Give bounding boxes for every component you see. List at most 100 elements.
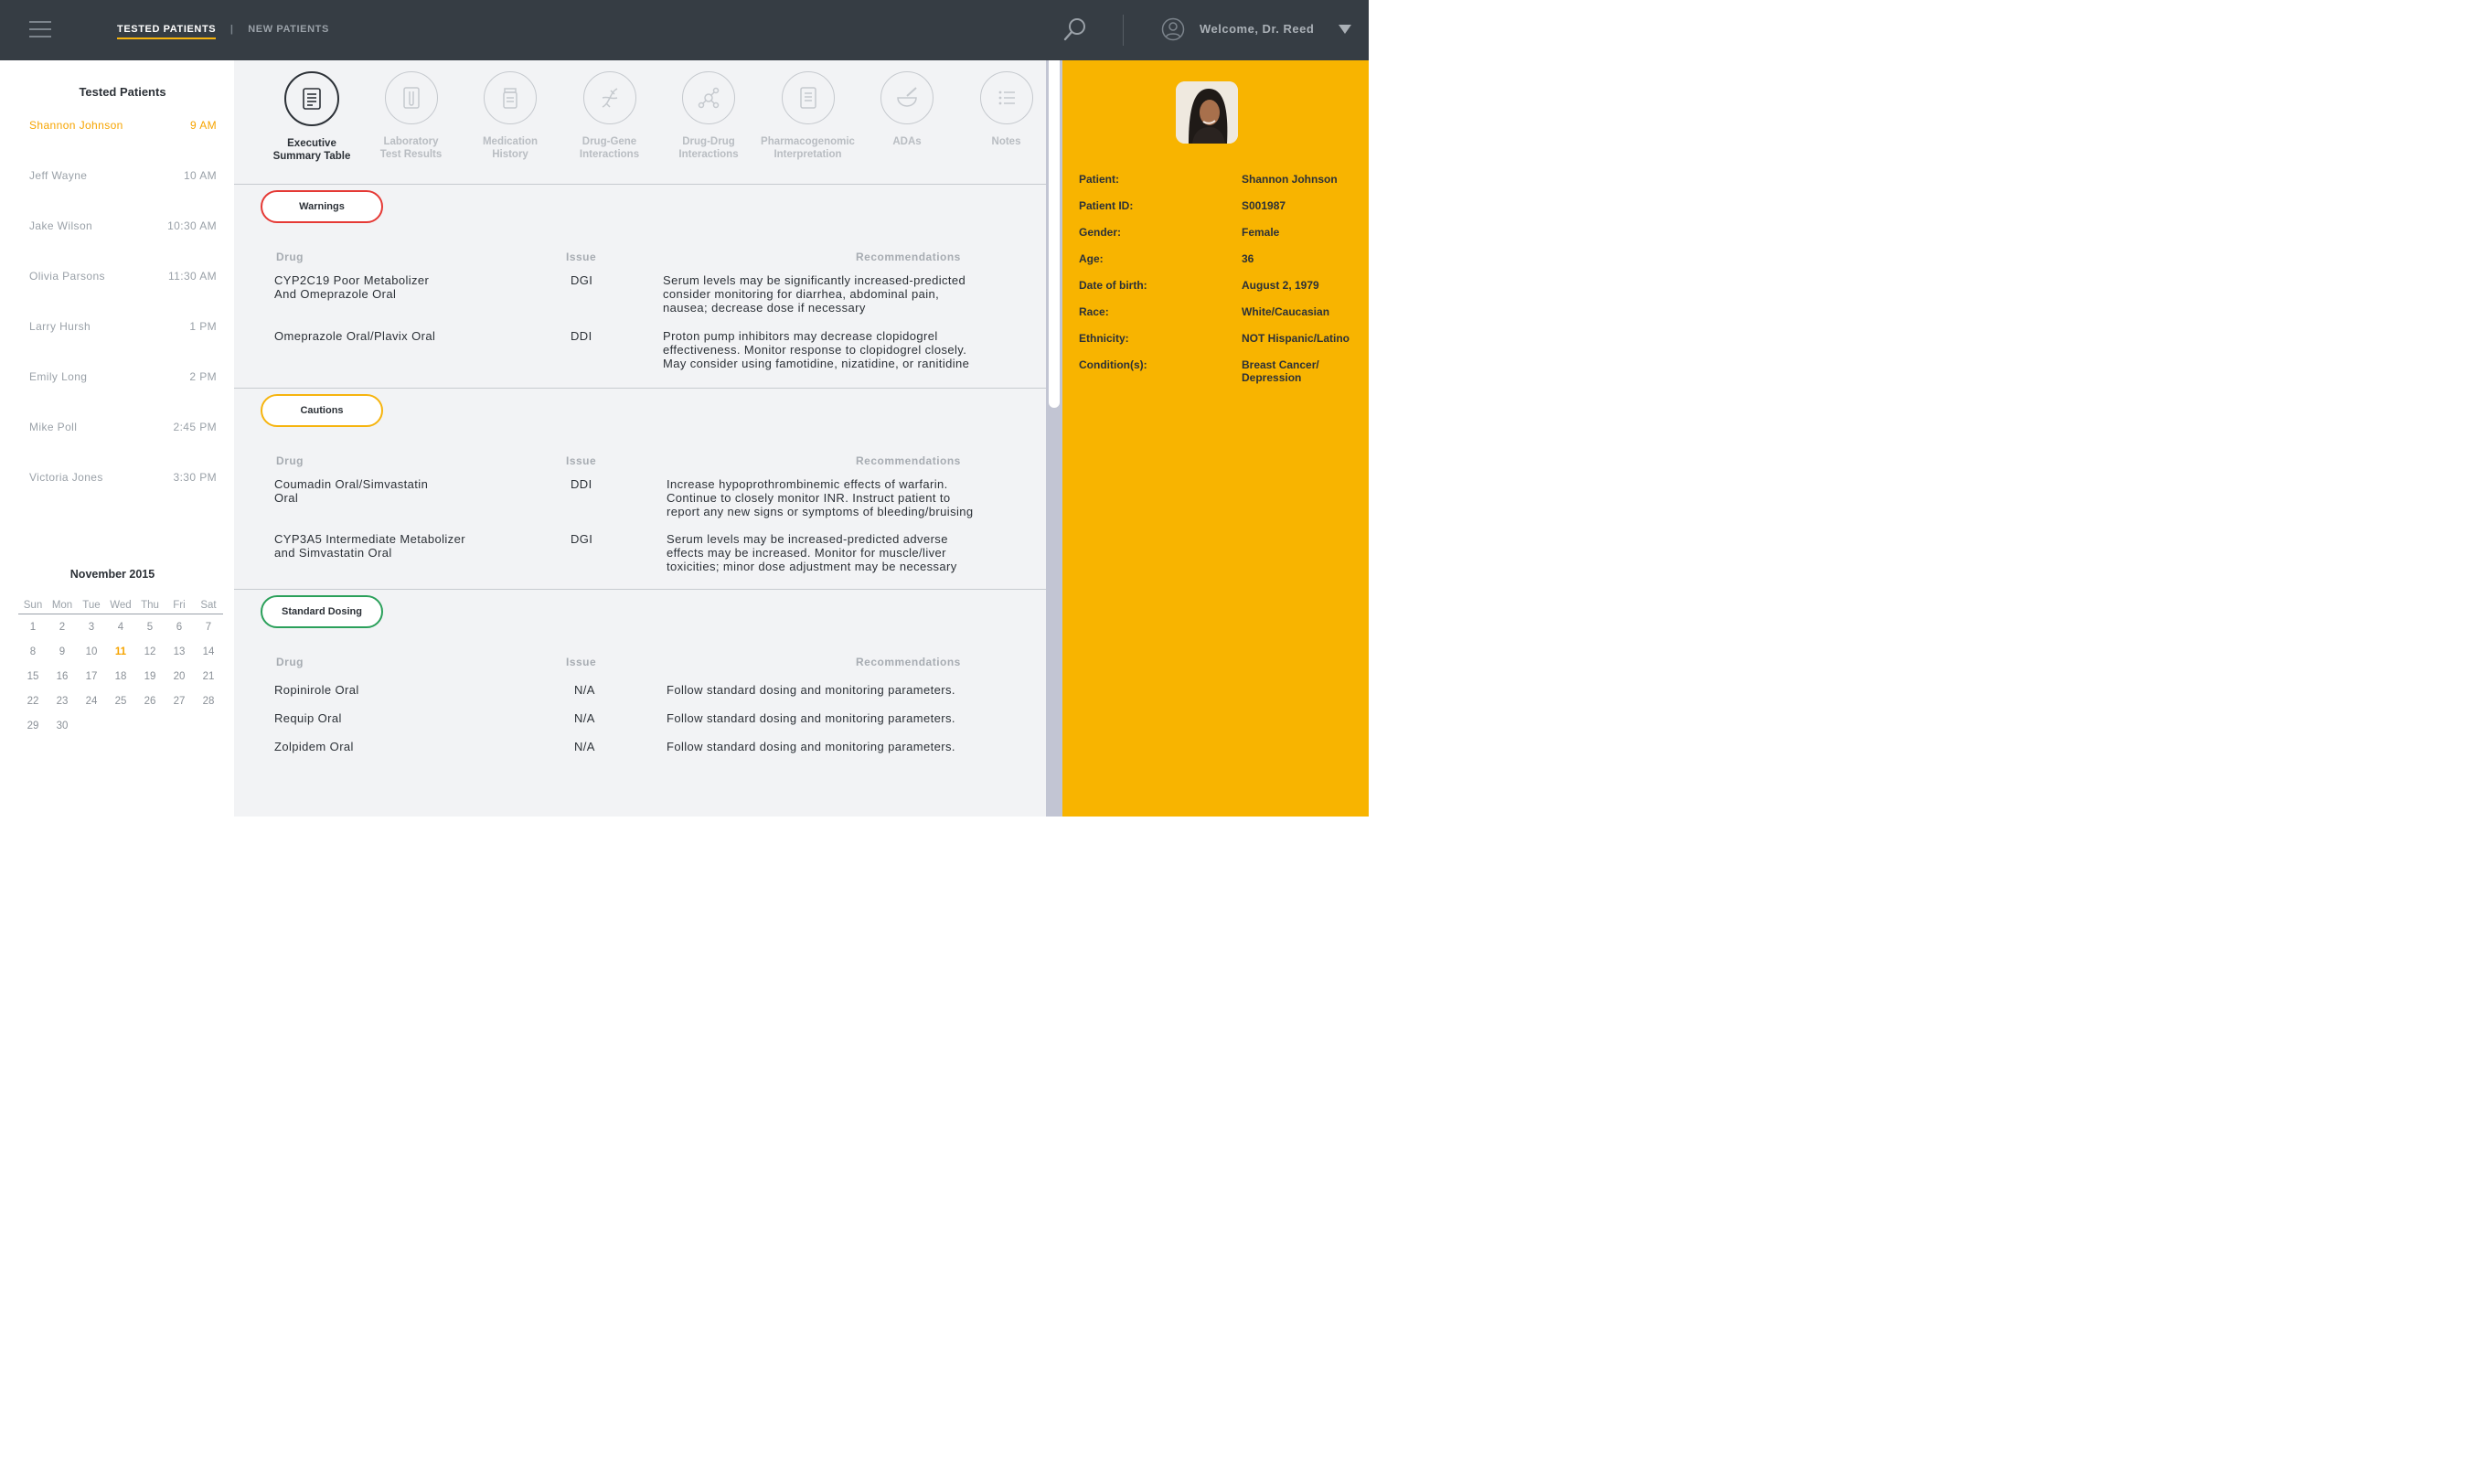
patient-list-item[interactable]: Jake Wilson 10:30 AM — [29, 219, 217, 238]
patient-list-item[interactable]: Emily Long 2 PM — [29, 370, 217, 389]
patient-list-item[interactable]: Shannon Johnson 9 AM — [29, 119, 217, 137]
top-nav: TESTED PATIENTS | NEW PATIENTS — [117, 24, 329, 39]
calendar-day — [77, 713, 106, 738]
calendar-day — [165, 713, 194, 738]
calendar-day[interactable]: 6 — [165, 614, 194, 640]
calendar-day — [194, 713, 223, 738]
calendar-day[interactable]: 29 — [18, 713, 48, 738]
test-tube-icon — [384, 71, 438, 124]
calendar-day[interactable]: 22 — [18, 689, 48, 713]
info-value: White/Caucasian — [1242, 305, 1330, 318]
tab-document[interactable]: Pharmacogenomic Interpretation — [758, 71, 859, 161]
calendar-day[interactable]: 1 — [18, 614, 48, 640]
calendar-weekday: Thu — [135, 596, 165, 614]
search-icon[interactable] — [1062, 16, 1088, 42]
nav-separator: | — [229, 24, 234, 35]
column-header-recommendations: Recommendations — [856, 454, 961, 467]
calendar-week: 15 16 17 18 19 20 21 — [18, 664, 223, 689]
tab-summary-table[interactable]: Executive Summary Table — [261, 71, 362, 163]
drug-name: CYP2C19 Poor Metabolizer And Omeprazole … — [274, 273, 430, 301]
calendar-day[interactable]: 11 — [106, 639, 135, 664]
patient-list-item[interactable]: Mike Poll 2:45 PM — [29, 421, 217, 439]
recommendation-text: Serum levels may be significantly increa… — [663, 273, 966, 315]
column-header-issue: Issue — [566, 454, 597, 467]
menu-icon[interactable] — [29, 21, 51, 39]
summary-table-icon — [284, 71, 339, 126]
calendar-day[interactable]: 2 — [48, 614, 77, 640]
tab-pill-bottle[interactable]: Medication History — [460, 71, 560, 161]
calendar-day[interactable]: 20 — [165, 664, 194, 689]
calendar-day[interactable]: 15 — [18, 664, 48, 689]
calendar-weekday: Tue — [77, 596, 106, 614]
tab-tested-patients[interactable]: TESTED PATIENTS — [117, 24, 217, 39]
calendar-day[interactable]: 13 — [165, 639, 194, 664]
info-label: Patient: — [1079, 173, 1120, 186]
tab-mortar-pestle[interactable]: ADAs — [857, 71, 957, 148]
recommendation-text: Proton pump inhibitors may decrease clop… — [663, 329, 970, 370]
patient-list-item[interactable]: Larry Hursh 1 PM — [29, 320, 217, 338]
calendar-day[interactable]: 14 — [194, 639, 223, 664]
info-label: Condition(s): — [1079, 358, 1147, 371]
issue-type: N/A — [574, 740, 595, 753]
calendar-day[interactable]: 25 — [106, 689, 135, 713]
calendar-day[interactable]: 26 — [135, 689, 165, 713]
patient-name: Emily Long — [29, 370, 88, 383]
column-header-issue: Issue — [566, 251, 597, 263]
calendar-day[interactable]: 21 — [194, 664, 223, 689]
patient-list-item[interactable]: Victoria Jones 3:30 PM — [29, 471, 217, 489]
tab-dna[interactable]: Drug-Gene Interactions — [560, 71, 660, 161]
pill-bottle-icon — [484, 71, 537, 124]
calendar-day[interactable]: 23 — [48, 689, 77, 713]
recommendation-text: Follow standard dosing and monitoring pa… — [667, 683, 955, 697]
recommendation-text: Increase hypoprothrombinemic effects of … — [667, 477, 974, 518]
scrollbar-thumb[interactable] — [1049, 60, 1060, 408]
calendar-day[interactable]: 19 — [135, 664, 165, 689]
welcome-text[interactable]: Welcome, Dr. Reed — [1200, 22, 1314, 36]
drug-name: Requip Oral — [274, 711, 342, 725]
info-value: S001987 — [1242, 199, 1286, 212]
calendar-day[interactable]: 10 — [77, 639, 106, 664]
calendar-day[interactable]: 12 — [135, 639, 165, 664]
calendar-day[interactable]: 16 — [48, 664, 77, 689]
tab-test-tube[interactable]: Laboratory Test Results — [361, 71, 462, 161]
sidebar-title: Tested Patients — [79, 85, 166, 99]
patient-list-item[interactable]: Jeff Wayne 10 AM — [29, 169, 217, 187]
mortar-pestle-icon — [880, 71, 934, 124]
calendar-day[interactable]: 4 — [106, 614, 135, 640]
column-header-recommendations: Recommendations — [856, 251, 961, 263]
calendar-day[interactable]: 27 — [165, 689, 194, 713]
dna-icon — [582, 71, 636, 124]
calendar-day[interactable]: 5 — [135, 614, 165, 640]
user-icon[interactable] — [1161, 17, 1185, 41]
tab-new-patients[interactable]: NEW PATIENTS — [248, 24, 329, 35]
calendar-day[interactable]: 9 — [48, 639, 77, 664]
appointment-time: 2 PM — [189, 370, 217, 383]
calendar-day[interactable]: 18 — [106, 664, 135, 689]
calendar-day[interactable]: 30 — [48, 713, 77, 738]
info-value: Breast Cancer/ Depression — [1242, 358, 1319, 384]
tab-molecule[interactable]: Drug-Drug Interactions — [658, 71, 759, 161]
tab-label: Executive Summary Table — [272, 138, 351, 162]
calendar-day[interactable]: 8 — [18, 639, 48, 664]
drug-name: Zolpidem Oral — [274, 740, 354, 753]
calendar-day[interactable]: 28 — [194, 689, 223, 713]
appointment-time: 11:30 AM — [167, 270, 217, 283]
tab-notes-list[interactable]: Notes — [956, 71, 1057, 148]
drug-name: CYP3A5 Intermediate Metabolizer and Simv… — [274, 532, 465, 560]
calendar-day — [106, 713, 135, 738]
section-badge: Cautions — [261, 394, 383, 427]
document-icon — [781, 71, 835, 124]
calendar-day[interactable]: 7 — [194, 614, 223, 640]
calendar-day[interactable]: 17 — [77, 664, 106, 689]
chevron-down-icon[interactable] — [1339, 25, 1351, 34]
section-warnings: Warnings Drug Issue Recommendations CYP2C19 … — [234, 184, 1046, 388]
calendar-week: 8 9 10 11 12 13 14 — [18, 639, 223, 664]
issue-type: DGI — [571, 532, 593, 546]
patient-list-item[interactable]: Olivia Parsons 11:30 AM — [29, 270, 217, 288]
top-bar: TESTED PATIENTS | NEW PATIENTS Welcome, … — [0, 0, 1369, 60]
calendar-day[interactable]: 24 — [77, 689, 106, 713]
info-label: Date of birth: — [1079, 279, 1147, 292]
appointment-time: 3:30 PM — [173, 471, 217, 484]
calendar-day[interactable]: 3 — [77, 614, 106, 640]
patient-name: Jeff Wayne — [29, 169, 88, 182]
